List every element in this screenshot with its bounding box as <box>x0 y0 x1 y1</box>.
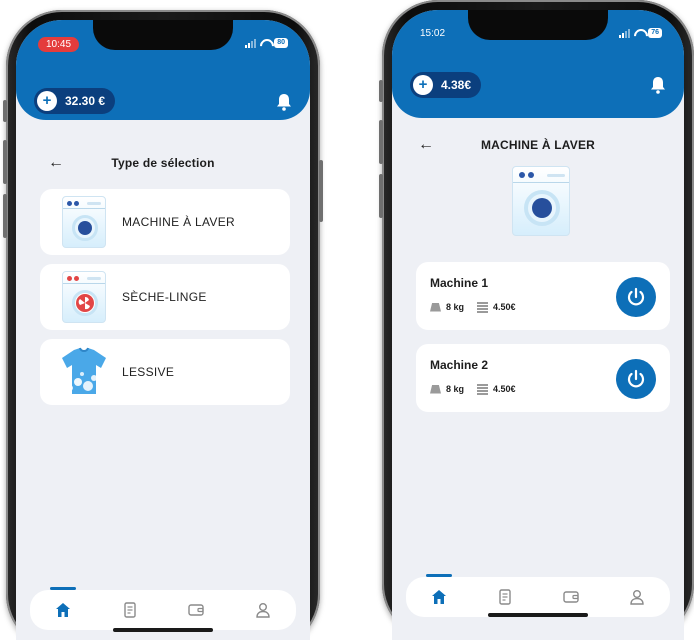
add-funds-button[interactable]: + <box>37 91 57 111</box>
option-detergent[interactable]: LESSIVE <box>40 339 290 405</box>
volume-down-button <box>3 194 7 238</box>
battery-icon: 80 <box>274 38 288 48</box>
option-label: LESSIVE <box>122 365 175 379</box>
page-title: Type de sélection <box>111 156 215 170</box>
mute-switch <box>379 80 383 102</box>
tab-profile[interactable] <box>624 584 650 610</box>
option-washing-machine[interactable]: MACHINE À LAVER <box>40 189 290 255</box>
balance-amount: 32.30 € <box>65 94 106 108</box>
bottom-tab-bar <box>406 574 670 617</box>
receipt-icon <box>124 602 136 618</box>
volume-up-button <box>379 120 383 164</box>
start-machine-button[interactable] <box>616 277 656 317</box>
notch <box>93 20 233 50</box>
machine-capacity: 8 kg <box>446 384 465 394</box>
active-tab-indicator <box>50 587 77 590</box>
tab-wallet[interactable] <box>183 597 209 623</box>
tab-receipts[interactable] <box>117 597 143 623</box>
tab-home[interactable] <box>50 587 77 623</box>
status-time: 10:45 <box>38 37 80 52</box>
power-icon <box>627 287 645 306</box>
option-label: MACHINE À LAVER <box>122 215 235 229</box>
machine-name: Machine 2 <box>430 358 489 372</box>
volume-up-button <box>3 140 7 184</box>
bell-icon[interactable] <box>650 76 666 94</box>
home-indicator <box>113 628 213 632</box>
bell-icon[interactable] <box>276 93 292 111</box>
power-icon <box>627 369 645 388</box>
screen-washing-machines: 15:02 76 + 4.38€ ← MACHINE À LAVER Machi… <box>392 10 684 640</box>
status-time: 15:02 <box>420 28 446 39</box>
tab-home[interactable] <box>426 574 452 610</box>
signal-icon <box>619 28 631 38</box>
dryer-icon <box>62 271 106 323</box>
profile-icon <box>256 603 270 618</box>
washing-machine-icon <box>512 166 570 236</box>
weight-icon <box>430 384 441 394</box>
balance-pill[interactable]: + 4.38€ <box>410 72 482 98</box>
option-label: SÈCHE-LINGE <box>122 290 207 304</box>
start-machine-button[interactable] <box>616 359 656 399</box>
receipt-icon <box>499 589 511 605</box>
wallet-icon <box>563 591 579 603</box>
wifi-icon <box>260 39 270 47</box>
power-side-button <box>319 160 323 222</box>
balance-pill[interactable]: + 32.30 € <box>34 88 116 114</box>
volume-down-button <box>379 174 383 218</box>
home-icon <box>432 590 446 604</box>
mute-switch <box>3 100 7 122</box>
title-row: ← Type de sélection <box>16 154 310 174</box>
coins-icon <box>477 302 489 313</box>
home-icon <box>56 603 71 617</box>
add-funds-button[interactable]: + <box>413 75 433 95</box>
option-dryer[interactable]: SÈCHE-LINGE <box>40 264 290 330</box>
profile-icon <box>630 590 644 605</box>
tab-receipts[interactable] <box>492 584 518 610</box>
active-tab-indicator <box>426 574 452 577</box>
home-indicator <box>488 613 588 617</box>
weight-icon <box>430 302 441 312</box>
page-title: MACHINE À LAVER <box>480 138 596 152</box>
balance-amount: 4.38€ <box>441 78 472 92</box>
machine-card-1[interactable]: Machine 1 8 kg 4.50€ <box>416 262 670 330</box>
machine-info: 8 kg 4.50€ <box>430 384 516 395</box>
bottom-tab-bar <box>30 587 296 630</box>
status-icons: 80 <box>245 38 288 48</box>
coins-icon <box>477 384 489 395</box>
status-icons: 76 <box>619 28 662 38</box>
machine-price: 4.50€ <box>493 384 516 394</box>
title-row: ← MACHINE À LAVER <box>392 136 684 156</box>
wallet-icon <box>188 604 204 616</box>
machine-price: 4.50€ <box>493 302 516 312</box>
phone-right: 15:02 76 + 4.38€ ← MACHINE À LAVER Machi… <box>379 0 694 640</box>
signal-icon <box>245 38 257 48</box>
washing-machine-icon <box>62 196 106 248</box>
machine-name: Machine 1 <box>430 276 489 290</box>
battery-icon: 76 <box>648 28 662 38</box>
detergent-shirt-icon <box>62 346 106 398</box>
screen-type-selection: 10:45 80 + 32.30 € ← Type de sélection M… <box>16 20 310 640</box>
phone-left: 10:45 80 + 32.30 € ← Type de sélection M… <box>3 10 323 640</box>
tab-wallet[interactable] <box>558 584 584 610</box>
wifi-icon <box>634 29 644 37</box>
machine-card-2[interactable]: Machine 2 8 kg 4.50€ <box>416 344 670 412</box>
tab-profile[interactable] <box>250 597 276 623</box>
machine-info: 8 kg 4.50€ <box>430 302 516 313</box>
notch <box>468 10 608 40</box>
machine-capacity: 8 kg <box>446 302 465 312</box>
